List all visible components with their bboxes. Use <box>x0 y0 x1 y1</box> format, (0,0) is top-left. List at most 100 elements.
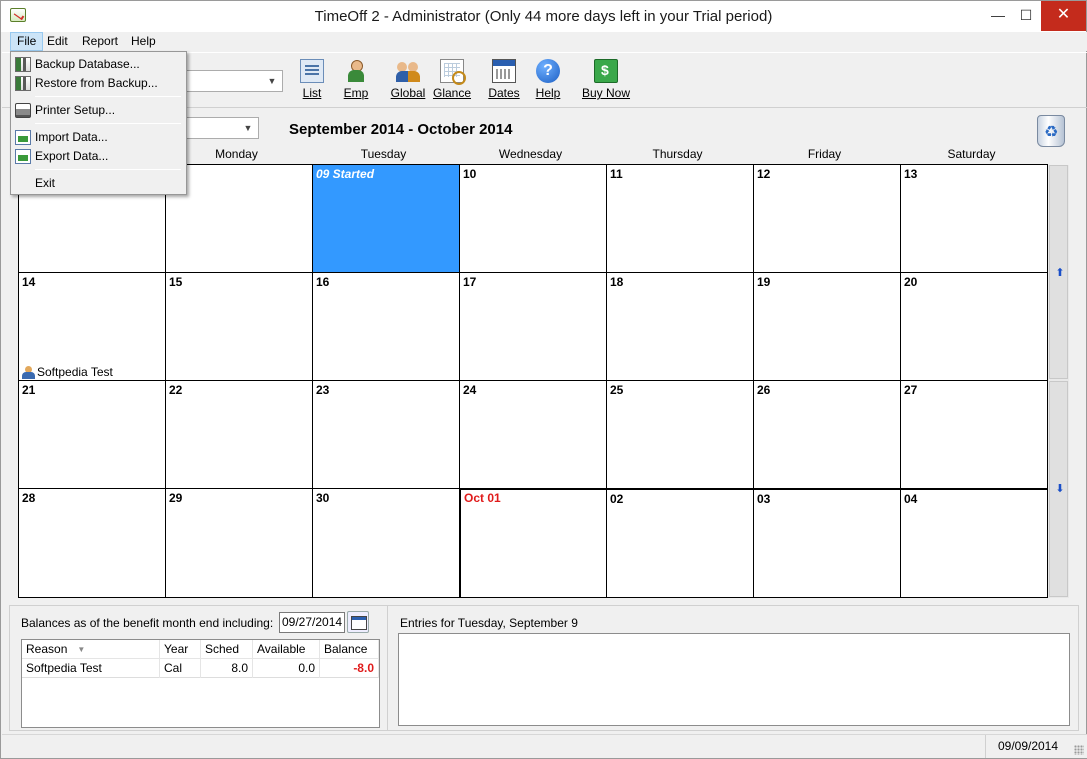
day-cell[interactable]: 10 <box>460 165 607 273</box>
day-header-tuesday: Tuesday <box>360 147 407 161</box>
day-number: 20 <box>904 275 918 289</box>
day-cell-selected[interactable]: 09 Started <box>313 165 460 273</box>
emp-label: Emp <box>343 86 369 100</box>
import-icon <box>15 130 31 145</box>
menu-help[interactable]: Help <box>125 32 162 51</box>
menu-item-printer-setup[interactable]: Printer Setup... <box>13 101 184 120</box>
day-number: 14 <box>22 275 36 289</box>
calendar-scrollbar[interactable]: ⬆ ⬇ <box>1048 165 1069 598</box>
day-cell[interactable]: 21 <box>19 381 166 489</box>
column-header-reason[interactable]: Reason ▼ <box>22 640 160 659</box>
column-header-year[interactable]: Year <box>160 640 201 659</box>
day-cell[interactable]: 13 <box>901 165 1048 273</box>
menu-item-backup-database[interactable]: Backup Database... <box>13 55 184 74</box>
day-cell[interactable]: 03 <box>754 488 901 598</box>
bottom-panel: Balances as of the benefit month end inc… <box>9 605 1079 731</box>
view-combo[interactable]: ▼ <box>185 117 259 139</box>
buy-now-label: Buy Now <box>581 86 631 100</box>
day-cell[interactable]: 24 <box>460 381 607 489</box>
menu-item-label: Import Data... <box>35 130 108 144</box>
column-header-balance[interactable]: Balance <box>320 640 379 659</box>
column-header-available[interactable]: Available <box>253 640 320 659</box>
day-header-wednesday: Wednesday <box>498 147 563 161</box>
buy-now-icon <box>594 59 618 83</box>
recycle-bin-icon[interactable] <box>1037 115 1065 147</box>
menu-edit[interactable]: Edit <box>41 32 74 51</box>
employee-combo[interactable]: ▼ <box>185 70 283 92</box>
day-cell[interactable]: Oct 01 <box>459 489 607 598</box>
balances-label: Balances as of the benefit month end inc… <box>21 616 274 630</box>
day-cell[interactable]: 28 <box>19 489 166 598</box>
scroll-up-area[interactable]: ⬆ <box>1049 165 1068 379</box>
day-cell[interactable]: 15 <box>166 273 313 381</box>
calendar-picker-icon[interactable] <box>347 611 369 633</box>
day-number: 27 <box>904 383 918 397</box>
day-number: Oct 01 <box>464 491 501 505</box>
day-cell[interactable]: 04 <box>901 488 1048 598</box>
emp-button[interactable]: Emp <box>340 57 372 100</box>
dates-button[interactable]: Dates <box>486 57 522 100</box>
day-cell[interactable]: 27 <box>901 381 1048 489</box>
menu-file[interactable]: File <box>10 32 44 51</box>
day-number: 21 <box>22 383 36 397</box>
file-menu-dropdown: Backup Database... Restore from Backup..… <box>10 51 187 195</box>
printer-icon <box>15 103 31 118</box>
resize-grip-icon[interactable] <box>1074 745 1084 755</box>
maximize-button[interactable]: ☐ <box>1012 1 1040 31</box>
day-cell[interactable]: 16 <box>313 273 460 381</box>
day-number: 30 <box>316 491 330 505</box>
menu-separator <box>35 123 181 124</box>
close-button[interactable]: ✕ <box>1041 1 1086 31</box>
panel-divider <box>387 606 388 730</box>
day-cell[interactable]: 14 Softpedia Test <box>19 273 166 381</box>
day-number: 13 <box>904 167 918 181</box>
sort-desc-icon: ▼ <box>77 645 86 655</box>
day-cell[interactable]: 22 <box>166 381 313 489</box>
menu-item-restore-backup[interactable]: Restore from Backup... <box>13 74 184 93</box>
day-cell[interactable]: 18 <box>607 273 754 381</box>
day-cell[interactable]: 19 <box>754 273 901 381</box>
day-number: 12 <box>757 167 771 181</box>
menu-item-exit[interactable]: Exit <box>13 174 184 193</box>
menu-report[interactable]: Report <box>76 32 124 51</box>
scroll-down-area[interactable]: ⬇ <box>1049 381 1068 597</box>
day-number: 26 <box>757 383 771 397</box>
day-number: 22 <box>169 383 183 397</box>
day-cell[interactable]: 26 <box>754 381 901 489</box>
day-cell[interactable]: 29 <box>166 489 313 598</box>
entries-label: Entries for Tuesday, September 9 <box>400 616 578 630</box>
day-cell[interactable]: 02 <box>607 488 754 598</box>
arrow-up-icon: ⬆ <box>1055 267 1065 279</box>
global-icon <box>396 59 420 83</box>
minimize-button[interactable]: — <box>984 1 1012 31</box>
day-cell[interactable]: 25 <box>607 381 754 489</box>
day-cell[interactable]: 20 <box>901 273 1048 381</box>
day-cell[interactable]: 12 <box>754 165 901 273</box>
glance-icon <box>440 59 466 85</box>
day-cell[interactable]: 17 <box>460 273 607 381</box>
menu-item-import-data[interactable]: Import Data... <box>13 128 184 147</box>
window-title: TimeOff 2 - Administrator (Only 44 more … <box>314 8 773 25</box>
help-icon: ? <box>536 59 560 83</box>
column-header-sched[interactable]: Sched <box>201 640 253 659</box>
help-button[interactable]: ? Help <box>532 57 564 100</box>
calendar-entry[interactable]: Softpedia Test <box>21 365 113 379</box>
day-cell[interactable]: 11 <box>607 165 754 273</box>
menu-item-export-data[interactable]: Export Data... <box>13 147 184 166</box>
list-button[interactable]: List <box>298 57 326 100</box>
day-cell[interactable] <box>166 165 313 273</box>
day-number: 24 <box>463 383 477 397</box>
table-row[interactable]: Softpedia Test Cal 8.0 0.0 -8.0 <box>22 659 379 678</box>
entries-list[interactable] <box>398 633 1070 726</box>
day-number: 29 <box>169 491 183 505</box>
day-cell[interactable]: 30 <box>313 489 460 598</box>
day-cell[interactable]: 23 <box>313 381 460 489</box>
day-header-thursday: Thursday <box>652 147 703 161</box>
day-number: 18 <box>610 275 624 289</box>
day-number: 09 Started <box>316 167 375 181</box>
glance-button[interactable]: Glance <box>432 57 472 100</box>
global-button[interactable]: Global <box>388 57 428 100</box>
cell-year: Cal <box>160 659 201 678</box>
buy-now-button[interactable]: Buy Now <box>579 57 633 100</box>
balance-date-field[interactable]: 09/27/2014 <box>279 612 345 633</box>
